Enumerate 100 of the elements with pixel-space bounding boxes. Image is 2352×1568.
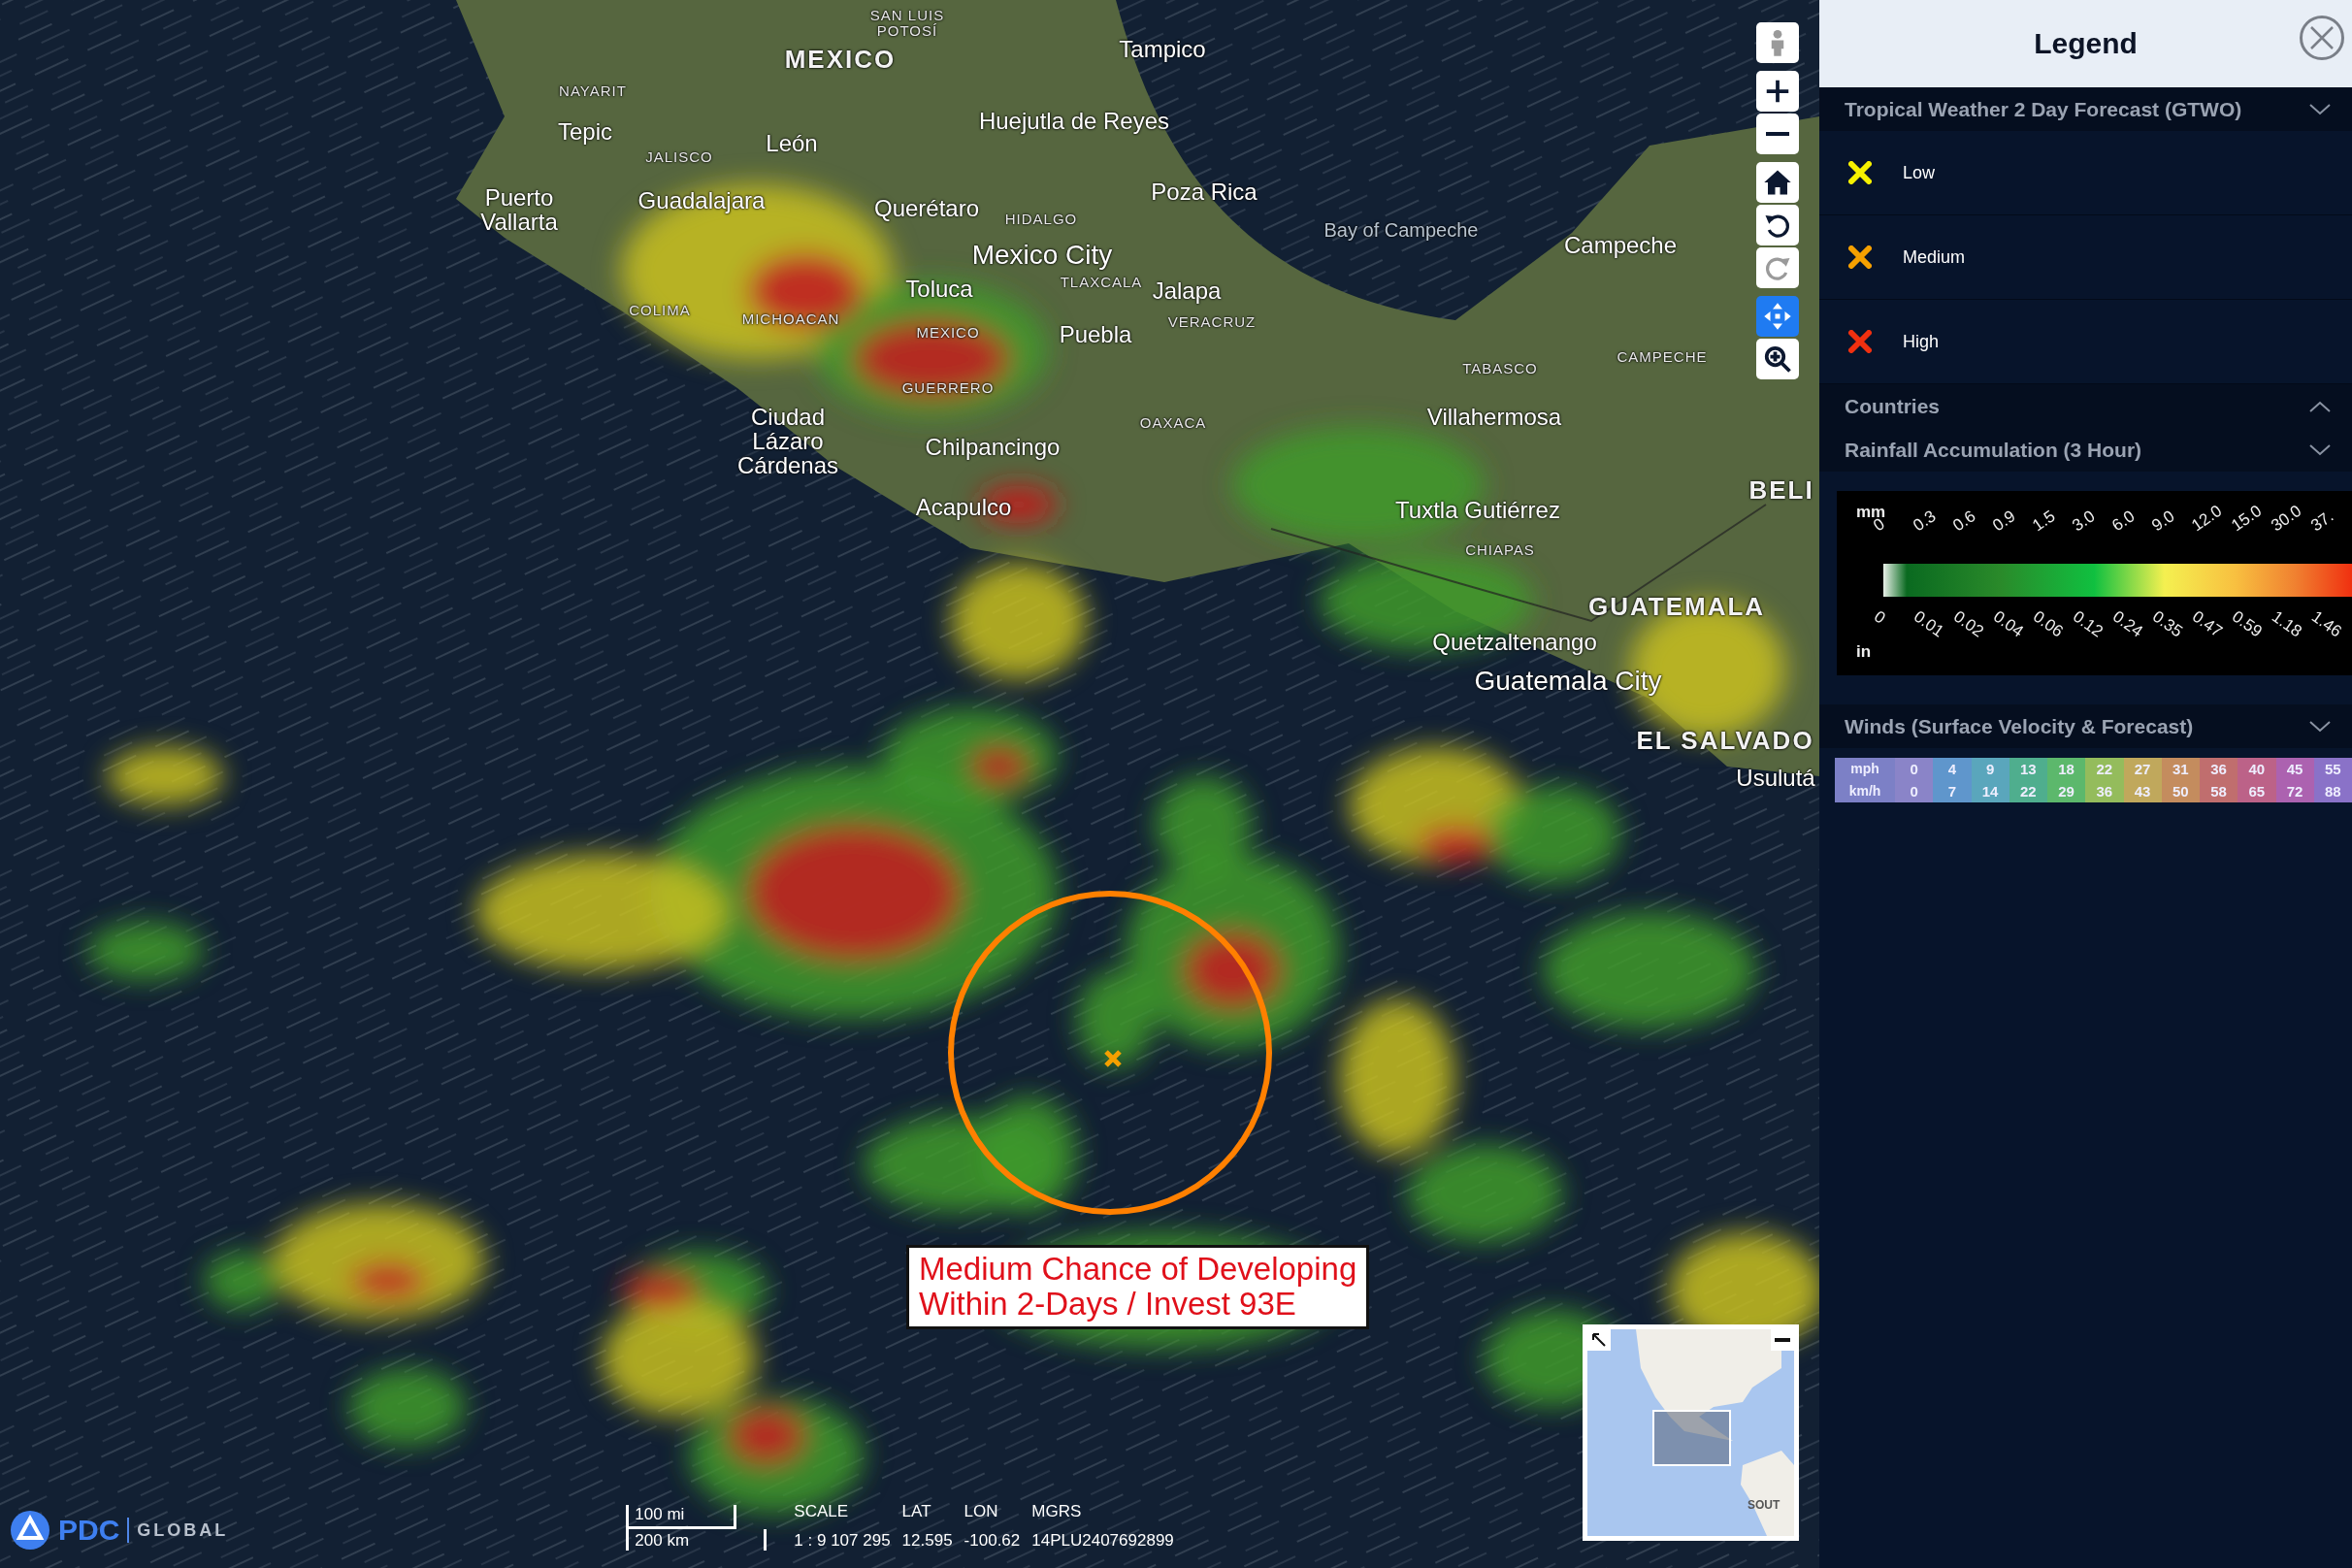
speed-cell: 50	[2161, 780, 2200, 802]
speed-cell: 58	[2200, 780, 2238, 802]
speed-cell: 40	[2238, 758, 2276, 780]
speed-cell: 22	[2085, 758, 2124, 780]
close-button[interactable]	[2300, 16, 2344, 60]
chevron-down-icon	[2309, 443, 2331, 456]
viewport-box[interactable]	[1652, 1410, 1731, 1466]
place-label: Ciudad Lázaro Cárdenas	[735, 405, 840, 478]
scale-value: 12.0	[2188, 500, 2227, 537]
readout-value: 14PLU2407692899	[1031, 1531, 1174, 1551]
scale-value: 0.04	[1989, 606, 2028, 643]
place-label: OAXACA	[1139, 415, 1207, 431]
heavy-rainfall-patch	[970, 747, 1029, 786]
place-label: MICHOACAN	[741, 311, 840, 327]
place-label: Villahermosa	[1426, 405, 1562, 430]
speed-cell: 55	[2313, 758, 2352, 780]
unit-label: in	[1856, 642, 1872, 662]
chevron-down-icon	[2309, 103, 2331, 115]
scale-value: 0.02	[1949, 606, 1988, 643]
section-header[interactable]: Rainfall Accumulation (3 Hour)	[1819, 428, 2352, 472]
place-label: Tuxtla Gutiérrez	[1395, 498, 1560, 523]
speed-cell: 9	[1971, 758, 2009, 780]
place-label: VERACRUZ	[1167, 314, 1257, 330]
unit-label: km/h	[1835, 780, 1895, 802]
arrow-icon	[1591, 1332, 1607, 1348]
readout-label: MGRS	[1031, 1502, 1083, 1521]
map-tool-button[interactable]	[1756, 114, 1799, 154]
annotation-label: Medium Chance of Developing Within 2-Days / Invest 93E	[906, 1245, 1370, 1329]
scale-value: 0.6	[1949, 506, 1980, 537]
readout-value: 12.595	[901, 1531, 953, 1551]
scale-value: 1.5	[2029, 506, 2060, 537]
speed-cell: 27	[2123, 758, 2162, 780]
section-header[interactable]: Tropical Weather 2 Day Forecast (GTWO)	[1819, 87, 2352, 131]
place-label: EL SALVADO	[1636, 728, 1814, 755]
scale-value: 30.0	[2268, 500, 2306, 537]
place-label: Querétaro	[873, 196, 980, 221]
place-label: Quetzaltenango	[1432, 630, 1597, 655]
speed-cell: 45	[2275, 758, 2314, 780]
scale-value: 0.47	[2188, 606, 2227, 643]
place-label: Huejutla de Reyes	[978, 109, 1170, 134]
scale-value: 0.35	[2148, 606, 2187, 643]
scale-value: 0.12	[2069, 606, 2107, 643]
place-label: Chilpancingo	[925, 435, 1061, 460]
scale-value: 1.46	[2307, 606, 2346, 643]
zoom-icon	[1763, 344, 1792, 374]
readout-label: LAT	[901, 1502, 932, 1521]
map-tool-button[interactable]	[1756, 339, 1799, 379]
scale-value: 6.0	[2108, 506, 2140, 537]
map-tool-button[interactable]	[1756, 205, 1799, 245]
place-label: SAN LUIS POTOSÍ	[868, 8, 946, 39]
minus-icon	[1775, 1338, 1790, 1342]
logo-text: PDC	[58, 1514, 120, 1547]
logo-icon	[10, 1510, 50, 1551]
readout-label: SCALE	[794, 1502, 850, 1521]
speed-cell: 14	[1971, 780, 2009, 802]
move-arrows-icon	[1763, 302, 1792, 331]
readout-label: LON	[964, 1502, 999, 1521]
place-label: Guadalajara	[637, 188, 766, 213]
place-label: BELI	[1748, 477, 1814, 505]
place-label: Jalapa	[1152, 278, 1222, 304]
overview-map[interactable]: SOUT	[1583, 1324, 1799, 1541]
scale-label: 200 km	[626, 1529, 768, 1551]
speed-cell: 31	[2161, 758, 2200, 780]
place-label: COLIMA	[629, 303, 691, 318]
readout-value: 1 : 9 107 295	[794, 1531, 891, 1551]
unit-label: mph	[1835, 758, 1895, 780]
place-label: Usulutá	[1736, 766, 1815, 791]
place-label: MEXICO	[784, 47, 897, 74]
map-tool-button[interactable]	[1756, 162, 1799, 203]
legend-item-label: Medium	[1903, 246, 1966, 268]
place-label: Puebla	[1059, 322, 1132, 347]
place-label: Acapulco	[915, 495, 1012, 520]
legend-title: Legend	[2034, 27, 2138, 60]
place-label: Puerto Vallarta	[479, 184, 559, 235]
scale-value: 0.9	[1989, 506, 2020, 537]
scale-value: 0.06	[2029, 606, 2068, 643]
place-label: MEXICO	[916, 325, 980, 341]
scale-label: 100 mi	[626, 1505, 737, 1529]
place-label: Poza Rica	[1151, 180, 1258, 205]
section-header[interactable]: Winds (Surface Velocity & Forecast)	[1819, 704, 2352, 748]
place-label: Toluca	[905, 277, 973, 302]
cross-marker-icon	[1103, 1049, 1123, 1068]
legend-item-label: Low	[1903, 162, 1936, 183]
place-label: JALISCO	[645, 149, 713, 165]
place-label: Campeche	[1563, 233, 1678, 258]
place-label: Bay of Campeche	[1323, 219, 1479, 241]
section-header[interactable]: Countries	[1819, 384, 2352, 428]
readout-value: -100.62	[964, 1531, 1021, 1551]
place-label: GUATEMALA	[1587, 594, 1766, 621]
scale-value: 0	[1870, 606, 1890, 630]
speed-cell: 88	[2313, 780, 2352, 802]
place-label: Tampico	[1119, 37, 1206, 62]
speed-cell: 0	[1895, 780, 1934, 802]
speed-cell: 36	[2200, 758, 2238, 780]
scale-value: 0.59	[2228, 606, 2267, 643]
scale-value: 15.0	[2228, 500, 2267, 537]
speed-cell: 72	[2275, 780, 2314, 802]
place-label: CAMPECHE	[1617, 349, 1708, 365]
map-tool-button[interactable]	[1756, 71, 1799, 112]
speed-cell: 43	[2123, 780, 2162, 802]
